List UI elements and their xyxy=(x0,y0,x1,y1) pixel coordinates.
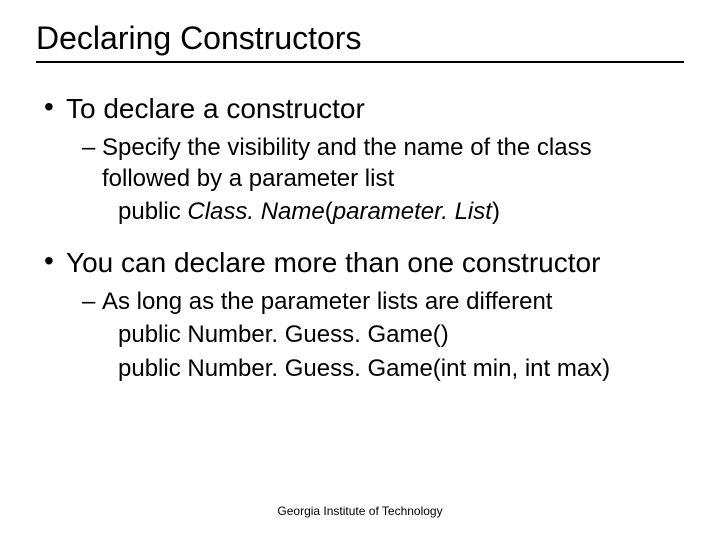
bullet-text: To declare a constructor xyxy=(66,91,684,126)
code-italic: Class. Name xyxy=(187,198,324,225)
bullet-text: Specify the visibility and the name of t… xyxy=(102,132,684,194)
code-line: public Number. Guess. Game(int min, int … xyxy=(118,353,684,385)
slide-title: Declaring Constructors xyxy=(36,20,684,63)
code-text: ) xyxy=(492,198,500,225)
bullet-text: As long as the parameter lists are diffe… xyxy=(102,286,684,317)
code-text: public xyxy=(118,198,187,225)
bullet-level-2: – As long as the parameter lists are dif… xyxy=(82,286,684,317)
footer-text: Georgia Institute of Technology xyxy=(0,504,720,518)
code-line: public Class. Name(parameter. List) xyxy=(118,196,684,228)
code-line: public Number. Guess. Game() xyxy=(118,319,684,351)
bullet-text: You can declare more than one constructo… xyxy=(66,245,684,280)
bullet-dot: • xyxy=(44,91,66,126)
code-text: ( xyxy=(325,198,333,225)
bullet-dot: • xyxy=(44,245,66,280)
bullet-dash: – xyxy=(82,132,102,194)
bullet-level-1: • You can declare more than one construc… xyxy=(44,245,684,280)
bullet-level-2: – Specify the visibility and the name of… xyxy=(82,132,684,194)
bullet-level-1: • To declare a constructor xyxy=(44,91,684,126)
bullet-dash: – xyxy=(82,286,102,317)
code-italic: parameter. List xyxy=(333,198,492,225)
